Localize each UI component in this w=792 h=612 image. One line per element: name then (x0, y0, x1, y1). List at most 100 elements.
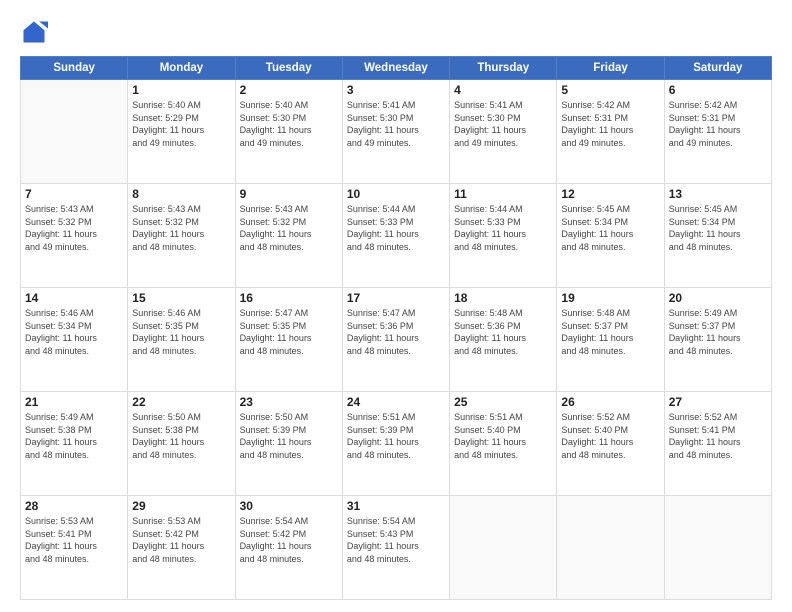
day-number: 12 (561, 187, 659, 201)
day-number: 17 (347, 291, 445, 305)
weekday-header-saturday: Saturday (664, 57, 771, 80)
day-info: Sunrise: 5:44 AM Sunset: 5:33 PM Dayligh… (347, 203, 445, 253)
week-row-2: 14 Sunrise: 5:46 AM Sunset: 5:34 PM Dayli… (21, 288, 772, 392)
calendar-cell: 14 Sunrise: 5:46 AM Sunset: 5:34 PM Dayli… (21, 288, 128, 392)
day-info: Sunrise: 5:53 AM Sunset: 5:41 PM Dayligh… (25, 515, 123, 565)
day-info: Sunrise: 5:50 AM Sunset: 5:39 PM Dayligh… (240, 411, 338, 461)
day-number: 31 (347, 499, 445, 513)
day-info: Sunrise: 5:41 AM Sunset: 5:30 PM Dayligh… (454, 99, 552, 149)
calendar-cell: 3 Sunrise: 5:41 AM Sunset: 5:30 PM Daylig… (342, 80, 449, 184)
day-number: 30 (240, 499, 338, 513)
week-row-0: 1Sunrise: 5:40 AM Sunset: 5:29 PM Daylig… (21, 80, 772, 184)
week-row-1: 7 Sunrise: 5:43 AM Sunset: 5:32 PM Daylig… (21, 184, 772, 288)
logo (20, 18, 52, 46)
day-info: Sunrise: 5:47 AM Sunset: 5:36 PM Dayligh… (347, 307, 445, 357)
day-info: Sunrise: 5:47 AM Sunset: 5:35 PM Dayligh… (240, 307, 338, 357)
day-info: Sunrise: 5:42 AM Sunset: 5:31 PM Dayligh… (561, 99, 659, 149)
calendar-cell: 30 Sunrise: 5:54 AM Sunset: 5:42 PM Dayli… (235, 496, 342, 600)
day-number: 3 (347, 83, 445, 97)
weekday-header-monday: Monday (128, 57, 235, 80)
day-number: 20 (669, 291, 767, 305)
calendar-cell: 1Sunrise: 5:40 AM Sunset: 5:29 PM Daylig… (128, 80, 235, 184)
day-info: Sunrise: 5:45 AM Sunset: 5:34 PM Dayligh… (669, 203, 767, 253)
day-number: 19 (561, 291, 659, 305)
weekday-header-wednesday: Wednesday (342, 57, 449, 80)
day-number: 24 (347, 395, 445, 409)
calendar-cell: 29 Sunrise: 5:53 AM Sunset: 5:42 PM Dayli… (128, 496, 235, 600)
calendar-cell: 28 Sunrise: 5:53 AM Sunset: 5:41 PM Dayli… (21, 496, 128, 600)
calendar-cell: 12 Sunrise: 5:45 AM Sunset: 5:34 PM Dayli… (557, 184, 664, 288)
day-info: Sunrise: 5:40 AM Sunset: 5:30 PM Dayligh… (240, 99, 338, 149)
calendar-cell (664, 496, 771, 600)
day-info: Sunrise: 5:53 AM Sunset: 5:42 PM Dayligh… (132, 515, 230, 565)
day-number: 29 (132, 499, 230, 513)
calendar-cell: 13 Sunrise: 5:45 AM Sunset: 5:34 PM Dayli… (664, 184, 771, 288)
day-info: Sunrise: 5:52 AM Sunset: 5:41 PM Dayligh… (669, 411, 767, 461)
day-info: Sunrise: 5:51 AM Sunset: 5:39 PM Dayligh… (347, 411, 445, 461)
calendar-cell: 21Sunrise: 5:49 AM Sunset: 5:38 PM Dayli… (21, 392, 128, 496)
logo-icon (20, 18, 48, 46)
day-info: Sunrise: 5:43 AM Sunset: 5:32 PM Dayligh… (132, 203, 230, 253)
day-number: 8 (132, 187, 230, 201)
day-info: Sunrise: 5:43 AM Sunset: 5:32 PM Dayligh… (240, 203, 338, 253)
day-number: 2 (240, 83, 338, 97)
day-info: Sunrise: 5:42 AM Sunset: 5:31 PM Dayligh… (669, 99, 767, 149)
calendar-cell: 31Sunrise: 5:54 AM Sunset: 5:43 PM Dayli… (342, 496, 449, 600)
day-info: Sunrise: 5:49 AM Sunset: 5:37 PM Dayligh… (669, 307, 767, 357)
day-number: 23 (240, 395, 338, 409)
calendar-cell: 4 Sunrise: 5:41 AM Sunset: 5:30 PM Daylig… (450, 80, 557, 184)
calendar-cell: 25Sunrise: 5:51 AM Sunset: 5:40 PM Dayli… (450, 392, 557, 496)
weekday-header-tuesday: Tuesday (235, 57, 342, 80)
calendar-cell: 17 Sunrise: 5:47 AM Sunset: 5:36 PM Dayli… (342, 288, 449, 392)
day-info: Sunrise: 5:45 AM Sunset: 5:34 PM Dayligh… (561, 203, 659, 253)
day-info: Sunrise: 5:52 AM Sunset: 5:40 PM Dayligh… (561, 411, 659, 461)
day-number: 1 (132, 83, 230, 97)
calendar-cell: 6 Sunrise: 5:42 AM Sunset: 5:31 PM Daylig… (664, 80, 771, 184)
weekday-header-friday: Friday (557, 57, 664, 80)
calendar-cell: 23 Sunrise: 5:50 AM Sunset: 5:39 PM Dayli… (235, 392, 342, 496)
day-number: 15 (132, 291, 230, 305)
day-info: Sunrise: 5:46 AM Sunset: 5:35 PM Dayligh… (132, 307, 230, 357)
calendar-cell: 24 Sunrise: 5:51 AM Sunset: 5:39 PM Dayli… (342, 392, 449, 496)
calendar-cell: 10Sunrise: 5:44 AM Sunset: 5:33 PM Dayli… (342, 184, 449, 288)
calendar-cell: 27Sunrise: 5:52 AM Sunset: 5:41 PM Dayli… (664, 392, 771, 496)
calendar-cell (557, 496, 664, 600)
day-number: 28 (25, 499, 123, 513)
day-info: Sunrise: 5:44 AM Sunset: 5:33 PM Dayligh… (454, 203, 552, 253)
day-info: Sunrise: 5:49 AM Sunset: 5:38 PM Dayligh… (25, 411, 123, 461)
calendar-cell: 16 Sunrise: 5:47 AM Sunset: 5:35 PM Dayli… (235, 288, 342, 392)
day-info: Sunrise: 5:46 AM Sunset: 5:34 PM Dayligh… (25, 307, 123, 357)
day-number: 16 (240, 291, 338, 305)
day-info: Sunrise: 5:48 AM Sunset: 5:37 PM Dayligh… (561, 307, 659, 357)
day-number: 14 (25, 291, 123, 305)
week-row-4: 28 Sunrise: 5:53 AM Sunset: 5:41 PM Dayli… (21, 496, 772, 600)
day-info: Sunrise: 5:41 AM Sunset: 5:30 PM Dayligh… (347, 99, 445, 149)
calendar-cell: 22Sunrise: 5:50 AM Sunset: 5:38 PM Dayli… (128, 392, 235, 496)
day-info: Sunrise: 5:54 AM Sunset: 5:42 PM Dayligh… (240, 515, 338, 565)
calendar-cell (450, 496, 557, 600)
calendar-cell: 5 Sunrise: 5:42 AM Sunset: 5:31 PM Daylig… (557, 80, 664, 184)
day-number: 5 (561, 83, 659, 97)
weekday-header-sunday: Sunday (21, 57, 128, 80)
calendar-cell: 20 Sunrise: 5:49 AM Sunset: 5:37 PM Dayli… (664, 288, 771, 392)
calendar-cell: 19 Sunrise: 5:48 AM Sunset: 5:37 PM Dayli… (557, 288, 664, 392)
weekday-header-row: SundayMondayTuesdayWednesdayThursdayFrid… (21, 57, 772, 80)
calendar-cell: 8 Sunrise: 5:43 AM Sunset: 5:32 PM Daylig… (128, 184, 235, 288)
calendar-cell (21, 80, 128, 184)
day-number: 26 (561, 395, 659, 409)
calendar-cell: 18 Sunrise: 5:48 AM Sunset: 5:36 PM Dayli… (450, 288, 557, 392)
day-number: 4 (454, 83, 552, 97)
day-number: 6 (669, 83, 767, 97)
day-info: Sunrise: 5:48 AM Sunset: 5:36 PM Dayligh… (454, 307, 552, 357)
day-number: 13 (669, 187, 767, 201)
calendar-table: SundayMondayTuesdayWednesdayThursdayFrid… (20, 56, 772, 600)
calendar-cell: 2 Sunrise: 5:40 AM Sunset: 5:30 PM Daylig… (235, 80, 342, 184)
header (20, 18, 772, 46)
calendar-cell: 15 Sunrise: 5:46 AM Sunset: 5:35 PM Dayli… (128, 288, 235, 392)
weekday-header-thursday: Thursday (450, 57, 557, 80)
day-number: 7 (25, 187, 123, 201)
day-number: 18 (454, 291, 552, 305)
day-number: 11 (454, 187, 552, 201)
calendar-cell: 26 Sunrise: 5:52 AM Sunset: 5:40 PM Dayli… (557, 392, 664, 496)
calendar-cell: 11 Sunrise: 5:44 AM Sunset: 5:33 PM Dayli… (450, 184, 557, 288)
